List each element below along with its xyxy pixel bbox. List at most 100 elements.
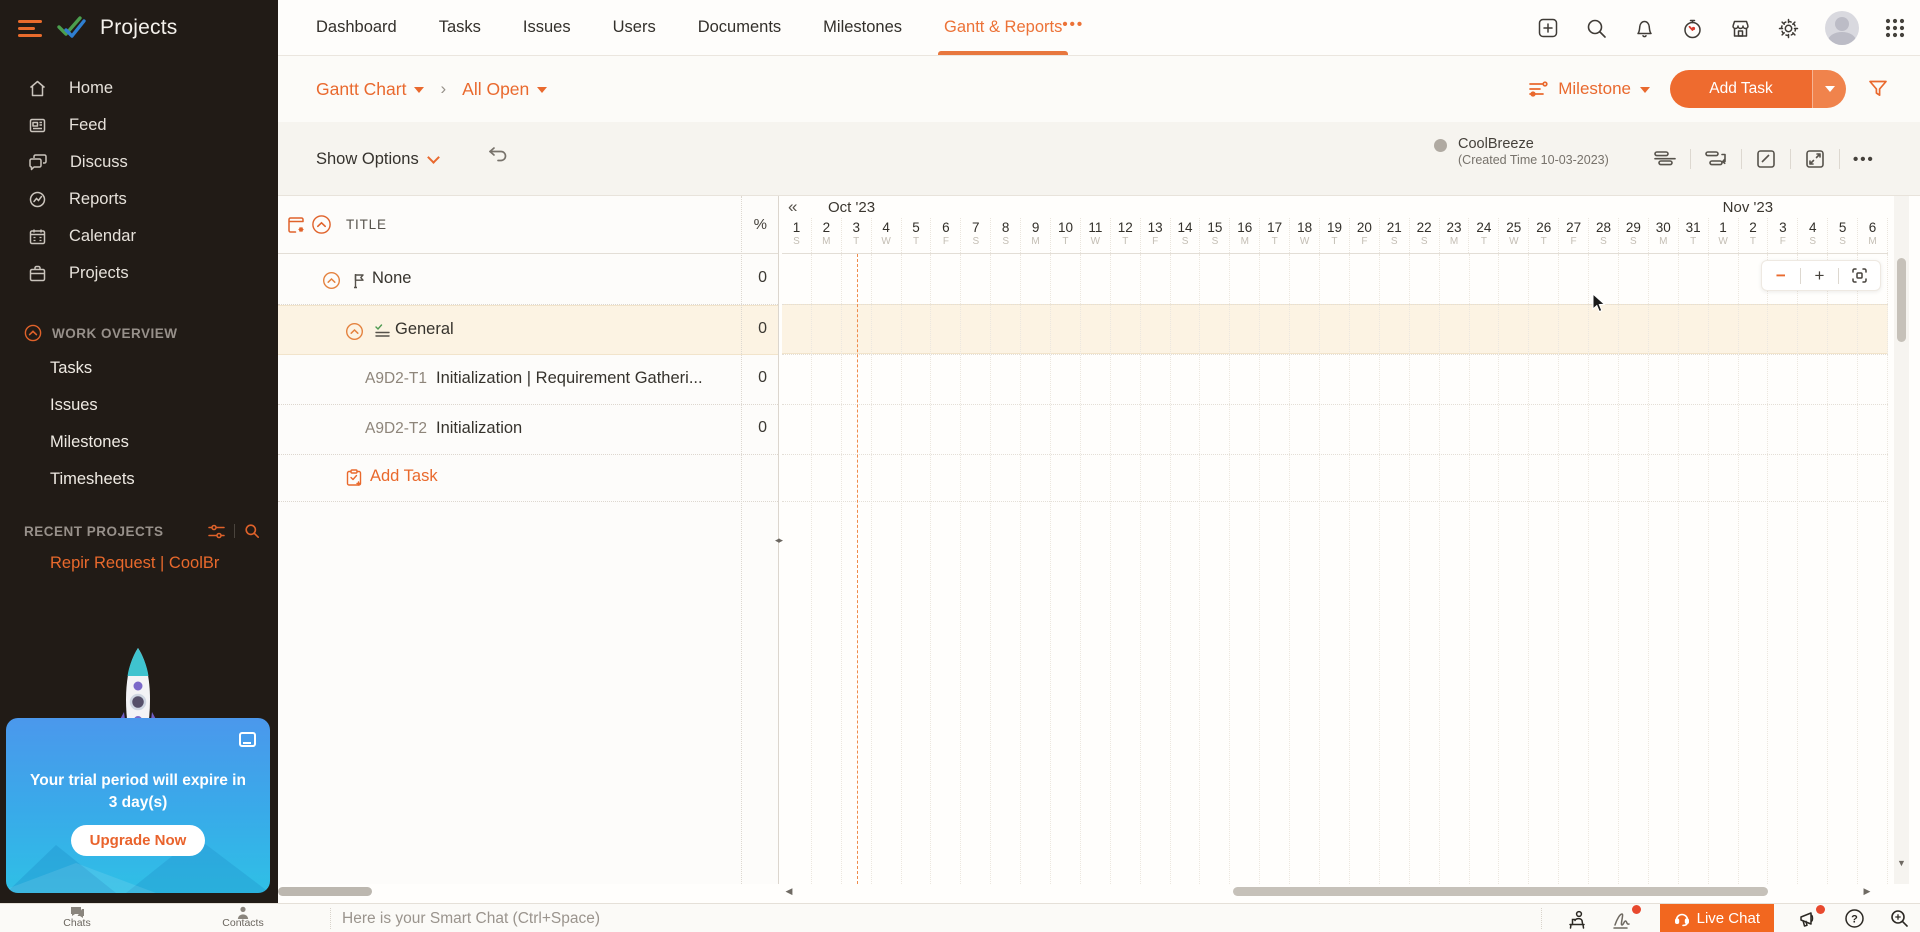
tab-issues[interactable]: Issues <box>523 0 571 55</box>
day-column <box>1828 254 1858 884</box>
collapse-row-icon[interactable] <box>322 271 341 290</box>
notifications-bell-icon[interactable] <box>1633 17 1656 40</box>
day-header-cell: 3F <box>1768 218 1798 253</box>
announcements-megaphone-icon[interactable] <box>1798 909 1820 929</box>
upgrade-now-button[interactable]: Upgrade Now <box>71 825 205 856</box>
zoom-search-icon[interactable] <box>1889 908 1910 929</box>
chats-tab[interactable]: Chats <box>42 904 112 929</box>
day-of-week: M <box>1440 236 1469 247</box>
group-by-milestone-dropdown[interactable]: Milestone <box>1528 79 1650 99</box>
more-tabs-button[interactable]: ••• <box>1062 16 1084 39</box>
tab-users[interactable]: Users <box>613 0 656 55</box>
day-header-cell: 2M <box>812 218 842 253</box>
scroll-right-button[interactable]: ▶ <box>1860 886 1874 897</box>
tab-milestones[interactable]: Milestones <box>823 0 902 55</box>
sidebar-item-home[interactable]: Home <box>0 70 278 107</box>
task-row-none[interactable]: None0 <box>278 255 778 305</box>
notification-dot <box>1816 905 1825 914</box>
add-task-row[interactable]: Add Task <box>278 455 778 502</box>
timer-icon[interactable] <box>1681 17 1704 40</box>
work-overview-item-timesheets[interactable]: Timesheets <box>0 461 278 498</box>
project-search-icon[interactable] <box>244 523 260 539</box>
day-header-cell: 16M <box>1230 218 1260 253</box>
tab-documents[interactable]: Documents <box>698 0 781 55</box>
day-of-week: S <box>1410 236 1439 247</box>
day-of-week: S <box>1619 236 1648 247</box>
task-row-a9d2-t1[interactable]: A9D2-T1Initialization | Requirement Gath… <box>278 355 778 405</box>
work-overview-item-issues[interactable]: Issues <box>0 387 278 424</box>
milestone-flag-icon <box>351 272 367 289</box>
breadcrumb-separator-icon: › <box>440 79 446 99</box>
smart-chat-input[interactable]: Here is your Smart Chat (Ctrl+Space) <box>342 904 1442 932</box>
row-divider-line <box>782 304 1888 305</box>
quick-add-icon[interactable] <box>1536 16 1560 40</box>
collapse-row-icon[interactable] <box>345 322 364 341</box>
marketplace-store-icon[interactable] <box>1729 17 1752 40</box>
recent-projects-header: RECENT PROJECTS <box>0 514 278 548</box>
zoom-fit-button[interactable] <box>1851 267 1868 284</box>
add-task-dropdown-button[interactable] <box>1812 70 1846 108</box>
search-icon[interactable] <box>1585 17 1608 40</box>
add-task-button[interactable]: Add Task <box>1670 70 1812 108</box>
breadcrumb-all-open[interactable]: All Open <box>462 79 547 100</box>
scroll-down-button[interactable]: ▼ <box>1895 856 1908 870</box>
filter-funnel-icon[interactable] <box>1866 77 1890 101</box>
minimize-banner-icon[interactable] <box>239 732 256 747</box>
undo-icon[interactable] <box>486 144 510 166</box>
discuss-icon <box>28 153 48 172</box>
sidebar-item-reports[interactable]: Reports <box>0 181 278 218</box>
task-panel-hscroll-thumb[interactable] <box>278 887 372 896</box>
reception-desk-icon[interactable] <box>1566 908 1588 930</box>
critical-path-icon[interactable] <box>1742 148 1790 170</box>
tab-tasks[interactable]: Tasks <box>439 0 481 55</box>
work-overview-item-tasks[interactable]: Tasks <box>0 350 278 387</box>
more-options-icon[interactable]: ••• <box>1840 151 1888 168</box>
scroll-timeline-left-icon[interactable]: « <box>788 197 797 217</box>
tab-dashboard[interactable]: Dashboard <box>316 0 397 55</box>
apps-grid-icon[interactable] <box>1884 17 1906 39</box>
table-settings-icon[interactable] <box>286 215 306 235</box>
sidebar-item-discuss[interactable]: Discuss <box>0 144 278 181</box>
day-header-cell: 17T <box>1260 218 1290 253</box>
signature-icon[interactable] <box>1612 909 1636 929</box>
hamburger-menu-icon[interactable] <box>18 20 42 37</box>
show-options-dropdown[interactable]: Show Options <box>316 122 438 196</box>
day-of-week: S <box>1589 236 1618 247</box>
horizontal-scrollbar-thumb[interactable] <box>1233 887 1768 896</box>
settings-gear-icon[interactable] <box>1777 17 1800 40</box>
work-overview-item-milestones[interactable]: Milestones <box>0 424 278 461</box>
tab-gantt-reports[interactable]: Gantt & Reports <box>944 0 1062 55</box>
vertical-scrollbar-thumb[interactable] <box>1897 258 1906 342</box>
zoom-in-button[interactable]: + <box>1812 267 1826 284</box>
add-task-split-button[interactable]: Add Task <box>1670 70 1846 108</box>
contacts-tab[interactable]: Contacts <box>208 904 278 929</box>
zoom-out-button[interactable]: − <box>1774 267 1788 284</box>
fullscreen-expand-icon[interactable] <box>1791 148 1839 170</box>
sidebar-item-feed[interactable]: Feed <box>0 107 278 144</box>
scroll-left-button[interactable]: ◀ <box>782 886 796 897</box>
collapse-section-icon[interactable] <box>24 324 42 342</box>
project-filter-icon[interactable] <box>208 524 225 539</box>
help-icon[interactable]: ? <box>1844 908 1865 929</box>
recent-project-link[interactable]: Repir Request | CoolBr <box>50 554 272 573</box>
home-icon <box>28 79 47 98</box>
task-flow-icon[interactable] <box>1691 149 1741 169</box>
timeline-days: 1S2M3T4W5T6F7S8S9M10T11W12T13F14S15S16M1… <box>782 218 1888 254</box>
task-row-a9d2-t2[interactable]: A9D2-T2Initialization0 <box>278 405 778 455</box>
day-header-cell: 26T <box>1529 218 1559 253</box>
row-divider-line <box>782 404 1888 405</box>
sidebar-item-calendar[interactable]: Calendar <box>0 218 278 255</box>
day-header-cell: 11W <box>1081 218 1111 253</box>
collapse-all-icon[interactable] <box>311 214 332 235</box>
compact-rows-icon[interactable] <box>1640 149 1690 169</box>
breadcrumb-gantt-chart[interactable]: Gantt Chart <box>316 79 424 100</box>
day-of-week: S <box>1798 236 1827 247</box>
user-avatar[interactable] <box>1825 11 1859 45</box>
sidebar-item-projects[interactable]: Projects <box>0 255 278 292</box>
work-overview-header[interactable]: WORK OVERVIEW <box>0 316 278 350</box>
day-column <box>1470 254 1500 884</box>
task-row-general[interactable]: General0 <box>278 305 778 355</box>
day-of-week: F <box>1768 236 1797 247</box>
task-title: Initialization <box>436 419 522 438</box>
live-chat-button[interactable]: Live Chat <box>1660 904 1774 932</box>
